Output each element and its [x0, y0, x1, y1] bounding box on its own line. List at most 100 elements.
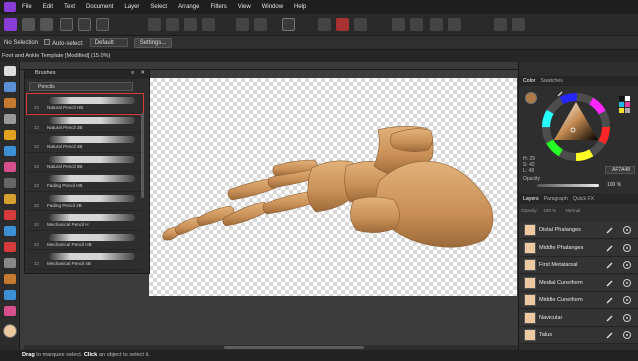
node-tool-icon[interactable]	[4, 82, 16, 92]
fill-color-swatch[interactable]	[3, 324, 17, 338]
brush-item[interactable]: 32 Natural Pencil 8B	[27, 153, 143, 172]
vector-brush-tool-icon[interactable]	[4, 162, 16, 172]
menu-layer[interactable]: Layer	[124, 4, 139, 10]
pencil-tool-icon[interactable]	[4, 146, 16, 156]
brush-item[interactable]: 32 Mechanical Pencil 4B	[27, 250, 143, 270]
layer-opacity-value[interactable]: 100 %	[543, 208, 556, 213]
lock-icon[interactable]	[410, 18, 423, 31]
ellipse-tool-icon[interactable]	[4, 242, 16, 252]
snap-icon[interactable]	[494, 18, 507, 31]
canvas-area[interactable]: Brushes ≡ ✕ Pencils 32 Natural Pencil HB 3…	[24, 70, 518, 345]
auto-select-dropdown[interactable]: Default	[89, 38, 128, 47]
layer-row[interactable]: Middle Cuneiform	[519, 292, 638, 309]
transparency-tool-icon[interactable]	[4, 194, 16, 204]
layer-row[interactable]: Navicular	[519, 309, 638, 327]
visibility-icon[interactable]	[623, 226, 631, 234]
guides-icon[interactable]	[448, 18, 461, 31]
brush-icon[interactable]	[606, 331, 614, 339]
boolean-add-icon[interactable]	[318, 18, 331, 31]
brush-item[interactable]: 32 Fading Pencil HB	[27, 172, 143, 192]
brush-item[interactable]: 32 Mechanical Pencil H	[27, 211, 143, 231]
settings-button[interactable]: Settings...	[133, 37, 173, 48]
artistic-text-tool-icon[interactable]	[4, 274, 16, 284]
menu-edit[interactable]: Edit	[43, 4, 53, 10]
pixel-persona-icon[interactable]	[22, 18, 35, 31]
tab-paragraph[interactable]: Paragraph	[544, 196, 568, 202]
text-tool-icon[interactable]	[4, 258, 16, 268]
visibility-icon[interactable]	[623, 313, 631, 322]
brush-item[interactable]: 32 Natural Pencil 2B	[27, 114, 143, 133]
layer-row[interactable]: Talus	[519, 327, 638, 344]
designer-persona-icon[interactable]	[4, 18, 17, 31]
brush-icon[interactable]	[606, 314, 614, 322]
blend-mode-dropdown[interactable]: Normal	[565, 208, 580, 213]
geometry-icon[interactable]	[392, 18, 405, 31]
view-mode-icon[interactable]	[78, 18, 91, 31]
move-tool-icon[interactable]	[4, 66, 16, 76]
rotate-icon[interactable]	[254, 18, 267, 31]
brush-list-scrollbar[interactable]	[141, 113, 144, 198]
hex-input[interactable]: AF7A48	[605, 166, 635, 174]
color-wheel[interactable]	[541, 92, 611, 162]
horizontal-ruler[interactable]	[20, 62, 518, 70]
visibility-icon[interactable]	[623, 261, 631, 269]
flip-icon[interactable]	[236, 18, 249, 31]
crop-tool-icon[interactable]	[4, 114, 16, 124]
paint-brush-tool-icon[interactable]	[4, 210, 16, 220]
assistant-icon[interactable]	[512, 18, 525, 31]
layer-row[interactable]: Medial Cuneiform	[519, 274, 638, 292]
brush-icon[interactable]	[606, 296, 614, 304]
opacity-slider[interactable]	[537, 184, 599, 187]
distribute-icon[interactable]	[202, 18, 215, 31]
menu-text[interactable]: Text	[64, 4, 75, 10]
grid-icon[interactable]	[430, 18, 443, 31]
tab-quick-fx[interactable]: Quick FX	[573, 196, 594, 202]
menu-arrange[interactable]: Arrange	[178, 4, 199, 10]
layer-row[interactable]: Distal Phalanges	[519, 222, 638, 239]
panel-menu-icon[interactable]: ≡	[131, 70, 134, 76]
snapping-icon[interactable]	[60, 18, 73, 31]
visibility-icon[interactable]	[623, 278, 631, 287]
brush-icon[interactable]	[606, 261, 614, 269]
brush-category-dropdown[interactable]: Pencils	[29, 82, 133, 91]
visibility-icon[interactable]	[623, 243, 631, 252]
tab-swatches[interactable]: Swatches	[540, 78, 563, 84]
brush-item[interactable]: 32 Mechanical Pencil HB	[27, 231, 143, 250]
rectangle-tool-icon[interactable]	[4, 226, 16, 236]
corner-tool-icon[interactable]	[4, 98, 16, 108]
brush-icon[interactable]	[606, 279, 614, 287]
export-persona-icon[interactable]	[40, 18, 53, 31]
frame-text-tool-icon[interactable]	[4, 290, 16, 300]
brush-icon[interactable]	[606, 226, 614, 234]
pen-tool-icon[interactable]	[4, 130, 16, 140]
brush-icon[interactable]	[606, 244, 614, 252]
visibility-icon[interactable]	[623, 331, 631, 339]
order-back-icon[interactable]	[148, 18, 161, 31]
menu-window[interactable]: Window	[262, 4, 283, 10]
boolean-subtract-icon[interactable]	[336, 18, 349, 31]
document-tab[interactable]: Foot and Ankle Template [Modified] (15.0…	[0, 50, 638, 62]
brush-item[interactable]: 32 Natural Pencil HB	[26, 93, 144, 115]
menu-filters[interactable]: Filters	[210, 4, 226, 10]
insert-target-icon[interactable]	[282, 18, 295, 31]
visibility-icon[interactable]	[623, 296, 631, 304]
brush-item[interactable]: 32 Natural Pencil 4B	[27, 133, 143, 153]
current-color-swatch[interactable]	[525, 92, 537, 104]
tab-color[interactable]: Color	[523, 78, 535, 84]
layer-row[interactable]: First Metatarsal	[519, 257, 638, 274]
auto-select-checkbox[interactable]: Auto-select:	[44, 38, 84, 47]
close-icon[interactable]: ✕	[140, 70, 145, 76]
menu-select[interactable]: Select	[150, 4, 167, 10]
transform-icon[interactable]	[96, 18, 109, 31]
menu-view[interactable]: View	[238, 4, 251, 10]
menu-document[interactable]: Document	[86, 4, 113, 10]
fill-tool-icon[interactable]	[4, 178, 16, 188]
boolean-intersect-icon[interactable]	[354, 18, 367, 31]
order-forward-icon[interactable]	[166, 18, 179, 31]
place-image-tool-icon[interactable]	[4, 306, 16, 316]
brush-item[interactable]: 32 Fading Pencil 2B	[27, 192, 143, 211]
menu-file[interactable]: File	[22, 4, 32, 10]
layer-row[interactable]: Middle Phalanges	[519, 239, 638, 257]
align-icon[interactable]	[184, 18, 197, 31]
menu-help[interactable]: Help	[294, 4, 306, 10]
